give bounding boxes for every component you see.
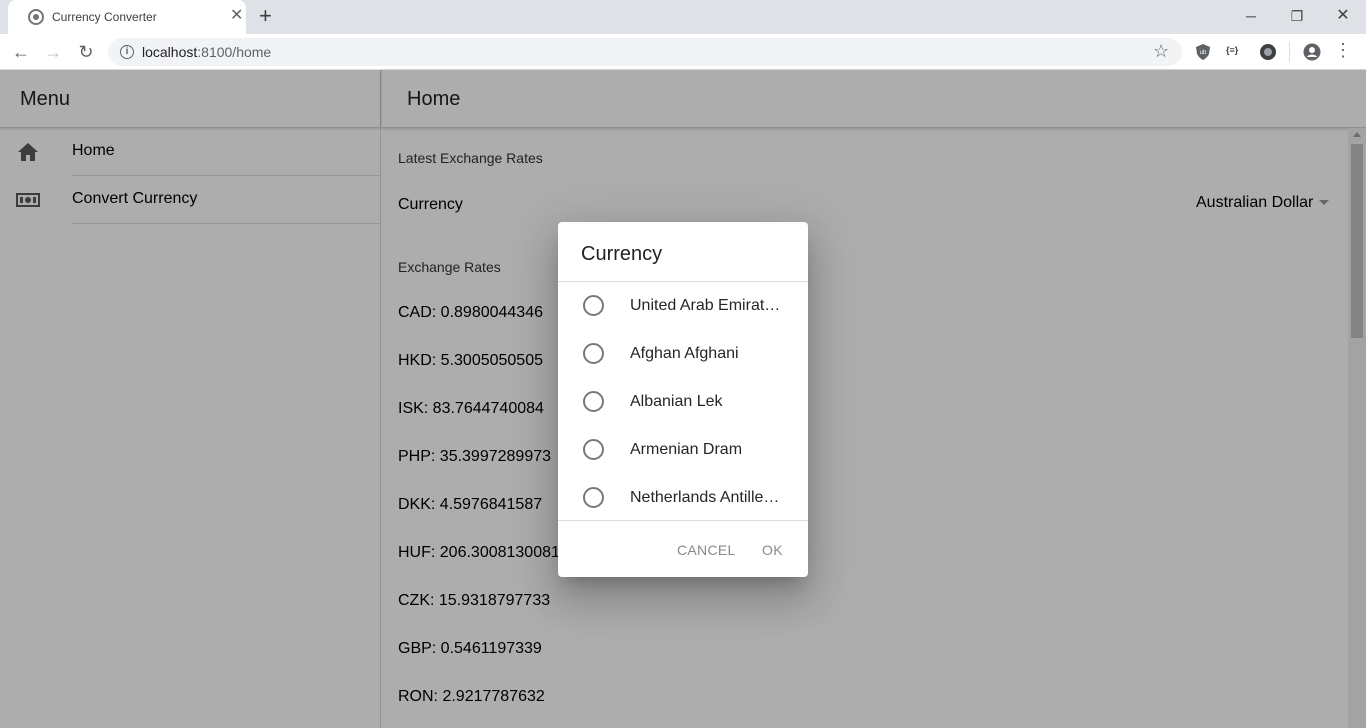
restore-window-icon[interactable]: ❐: [1274, 4, 1320, 28]
radio-button[interactable]: [583, 487, 604, 508]
currency-option-label: Albanian Lek: [630, 393, 723, 410]
reload-icon[interactable]: ↻: [74, 40, 98, 64]
currency-option[interactable]: United Arab Emirates Dirham: [558, 282, 808, 330]
profile-avatar-icon[interactable]: [1303, 43, 1321, 61]
browser-menu-icon[interactable]: ⋮: [1334, 40, 1352, 61]
back-icon[interactable]: ←: [9, 40, 33, 64]
minimize-window-icon[interactable]: ─: [1228, 4, 1274, 28]
url-host: localhost: [142, 44, 198, 60]
browser-tab[interactable]: Currency Converter ✕: [8, 0, 246, 34]
url-path: :8100/home: [197, 44, 272, 60]
currency-option[interactable]: Albanian Lek: [558, 378, 808, 426]
currency-option[interactable]: Netherlands Antillean Guilder: [558, 474, 808, 522]
url-text[interactable]: localhost:8100/home: [142, 44, 271, 60]
site-info-icon[interactable]: i: [120, 45, 134, 59]
close-window-icon[interactable]: ✕: [1320, 4, 1366, 28]
ublock-extension-icon[interactable]: ub: [1194, 43, 1212, 61]
currency-option-label: Afghan Afghani: [630, 345, 739, 362]
dialog-divider: [558, 520, 808, 521]
radio-button[interactable]: [583, 343, 604, 364]
bookmark-star-icon[interactable]: ☆: [1153, 41, 1169, 62]
currency-dialog: Currency United Arab Emirates Dirham Afg…: [558, 222, 808, 577]
svg-text:ub: ub: [1200, 50, 1207, 56]
currency-option-label: Netherlands Antillean Guilder: [630, 489, 786, 506]
address-bar[interactable]: i localhost:8100/home ☆: [108, 38, 1182, 66]
json-viewer-extension-icon[interactable]: {≡}: [1226, 45, 1246, 63]
tab-title: Currency Converter: [52, 10, 157, 24]
browser-tabstrip: Currency Converter ✕ + ─ ❐ ✕: [0, 0, 1366, 34]
currency-option-label: United Arab Emirates Dirham: [630, 297, 786, 314]
radio-button[interactable]: [583, 439, 604, 460]
ok-button[interactable]: OK: [762, 542, 783, 558]
extension-icon[interactable]: [1259, 43, 1277, 61]
close-tab-icon[interactable]: ✕: [230, 8, 243, 24]
new-tab-icon[interactable]: +: [259, 5, 272, 27]
toolbar-separator: [1289, 42, 1290, 62]
forward-icon[interactable]: →: [41, 40, 65, 64]
cancel-button[interactable]: CANCEL: [677, 542, 736, 558]
currency-option[interactable]: Afghan Afghani: [558, 330, 808, 378]
radio-button[interactable]: [583, 391, 604, 412]
currency-option[interactable]: Armenian Dram: [558, 426, 808, 474]
dialog-title: Currency: [581, 243, 663, 265]
tab-favicon-icon: [28, 9, 44, 25]
currency-option-label: Armenian Dram: [630, 441, 743, 458]
radio-button[interactable]: [583, 295, 604, 316]
browser-toolbar: ← → ↻ i localhost:8100/home ☆ ub {≡} ⋮: [0, 34, 1366, 70]
